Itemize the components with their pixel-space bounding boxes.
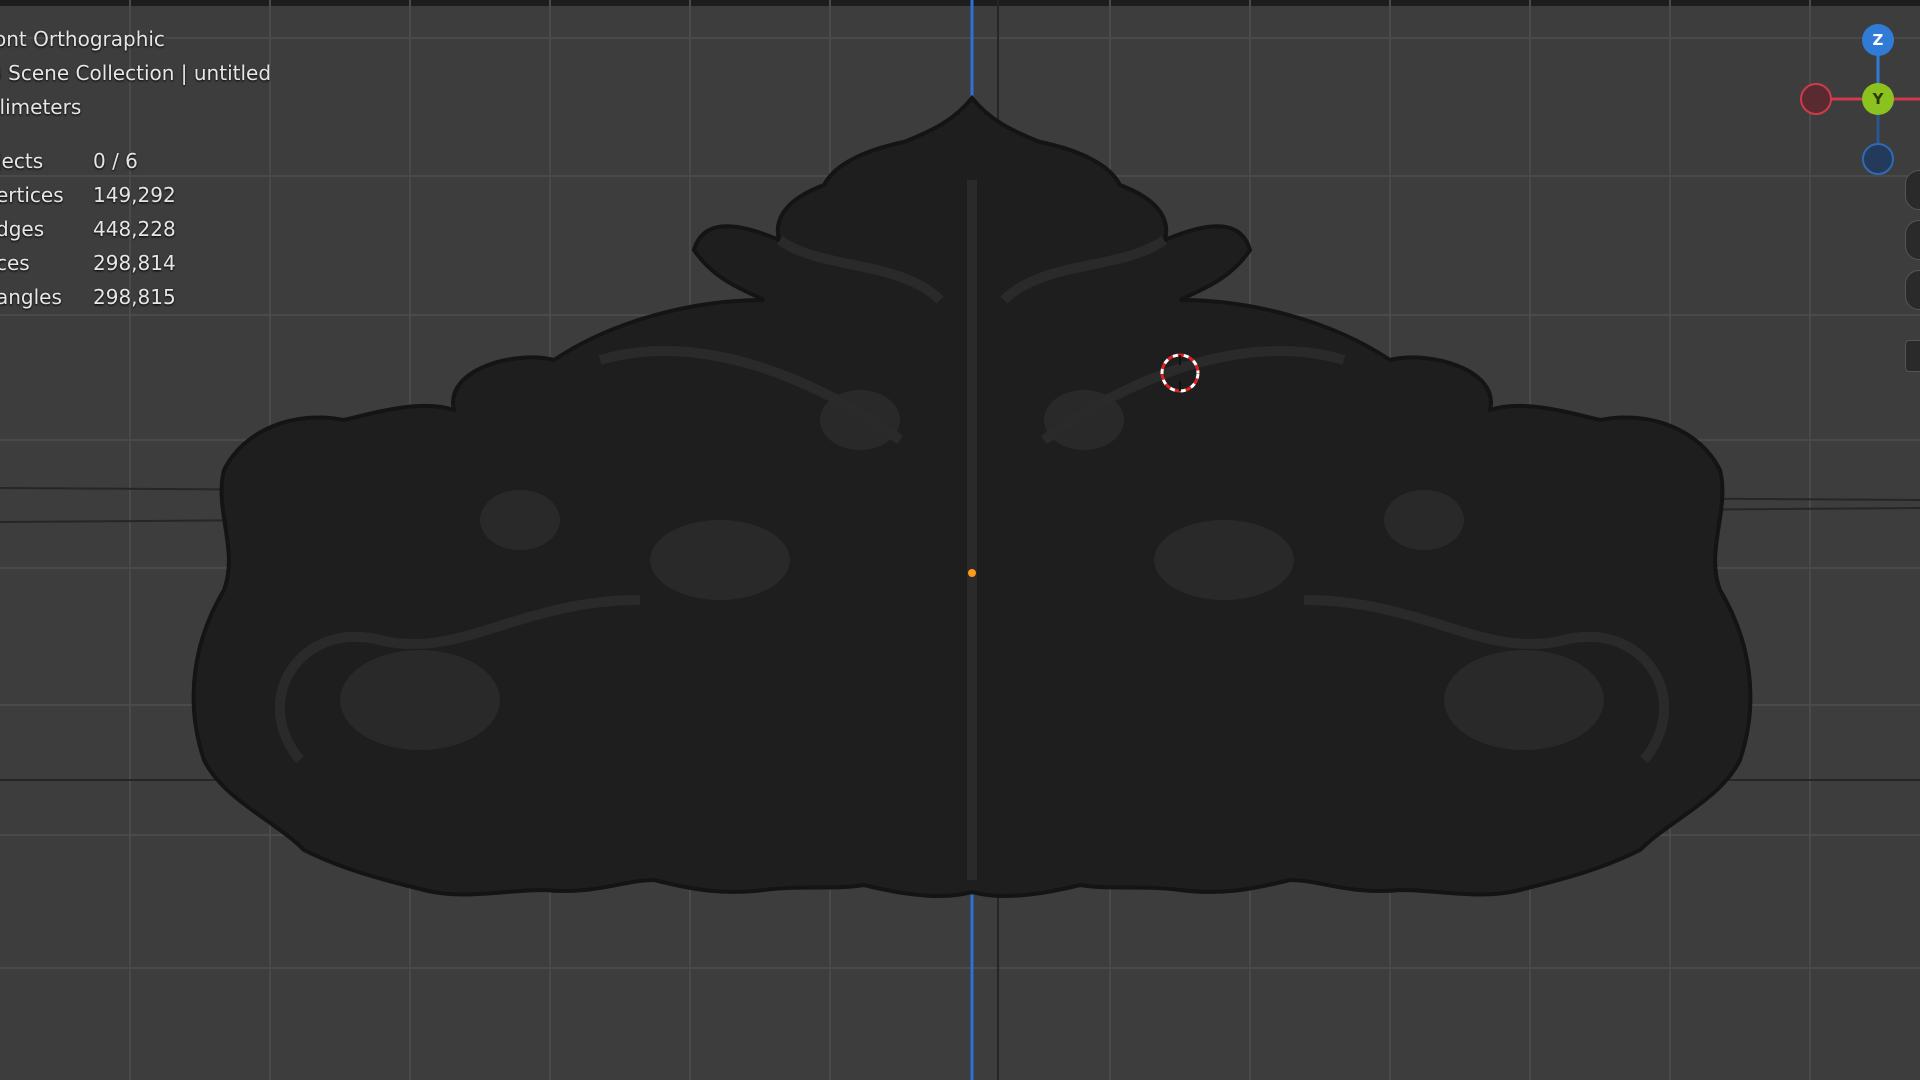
view-name-text: ont Orthographic <box>0 27 165 51</box>
viewport-navigation-tools <box>1905 170 1920 400</box>
stat-label: jects <box>0 149 44 173</box>
perspective-toggle-button[interactable] <box>1905 340 1920 372</box>
stat-label: ertices <box>0 183 64 207</box>
units-text: llimeters <box>0 95 82 119</box>
camera-view-button[interactable] <box>1905 270 1920 310</box>
scene-canvas[interactable] <box>0 0 1920 1080</box>
navigation-gizmo[interactable]: Z Y <box>1800 20 1920 180</box>
stat-label: dges <box>0 217 45 241</box>
gizmo-neg-z-axis-icon[interactable] <box>1862 143 1894 175</box>
stat-value: 298,815 <box>93 285 176 309</box>
3d-cursor-icon[interactable] <box>1160 353 1200 393</box>
gizmo-neg-x-axis-icon[interactable] <box>1800 83 1832 115</box>
stat-label: ces <box>0 251 30 275</box>
collection-text: ) Scene Collection | untitled <box>0 61 272 85</box>
stat-value: 149,292 <box>93 183 176 207</box>
stat-value: 298,814 <box>93 251 176 275</box>
gizmo-y-axis-icon[interactable]: Y <box>1862 83 1894 115</box>
3d-viewport[interactable]: ont Orthographic ) Scene Collection | un… <box>0 0 1920 1080</box>
stat-value: 448,228 <box>93 217 176 241</box>
zoom-button[interactable] <box>1905 170 1920 210</box>
stat-value: 0 / 6 <box>93 149 138 173</box>
object-origin[interactable] <box>968 569 976 577</box>
stat-label: angles <box>0 285 62 309</box>
pan-button[interactable] <box>1905 220 1920 260</box>
gizmo-z-axis-icon[interactable]: Z <box>1862 24 1894 56</box>
